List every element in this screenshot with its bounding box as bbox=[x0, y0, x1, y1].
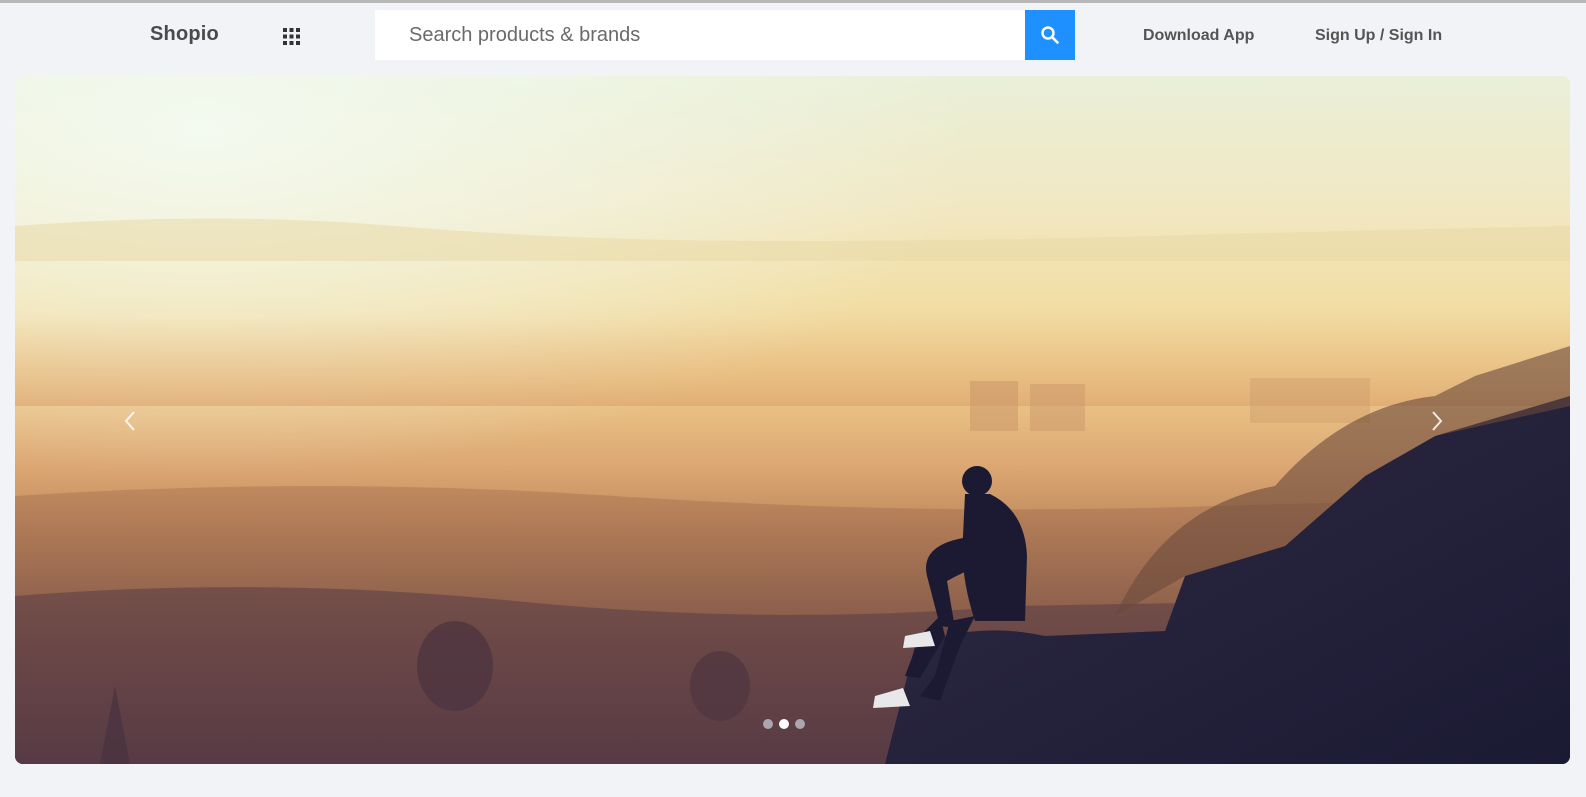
carousel-prev-button[interactable] bbox=[115, 401, 145, 441]
search-icon bbox=[1041, 26, 1059, 44]
search-bar bbox=[375, 10, 1075, 60]
search-button[interactable] bbox=[1025, 10, 1075, 60]
brand-logo[interactable]: Shopio bbox=[150, 23, 219, 46]
carousel-dot-2[interactable] bbox=[779, 719, 789, 729]
signin-link[interactable]: Sign Up / Sign In bbox=[1315, 27, 1442, 45]
hero-carousel bbox=[15, 76, 1570, 764]
carousel-dot-3[interactable] bbox=[795, 719, 805, 729]
navbar: Shopio Download App Sign Up / Sign In bbox=[0, 3, 1586, 67]
download-app-link[interactable]: Download App bbox=[1143, 27, 1254, 45]
grid-apps-icon[interactable] bbox=[283, 28, 300, 45]
search-input[interactable] bbox=[375, 10, 1025, 60]
hero-image bbox=[15, 76, 1570, 764]
carousel-next-button[interactable] bbox=[1422, 401, 1452, 441]
chevron-left-icon bbox=[124, 411, 135, 431]
carousel-dot-1[interactable] bbox=[763, 719, 773, 729]
chevron-right-icon bbox=[1432, 411, 1443, 431]
carousel-indicators bbox=[763, 719, 805, 729]
